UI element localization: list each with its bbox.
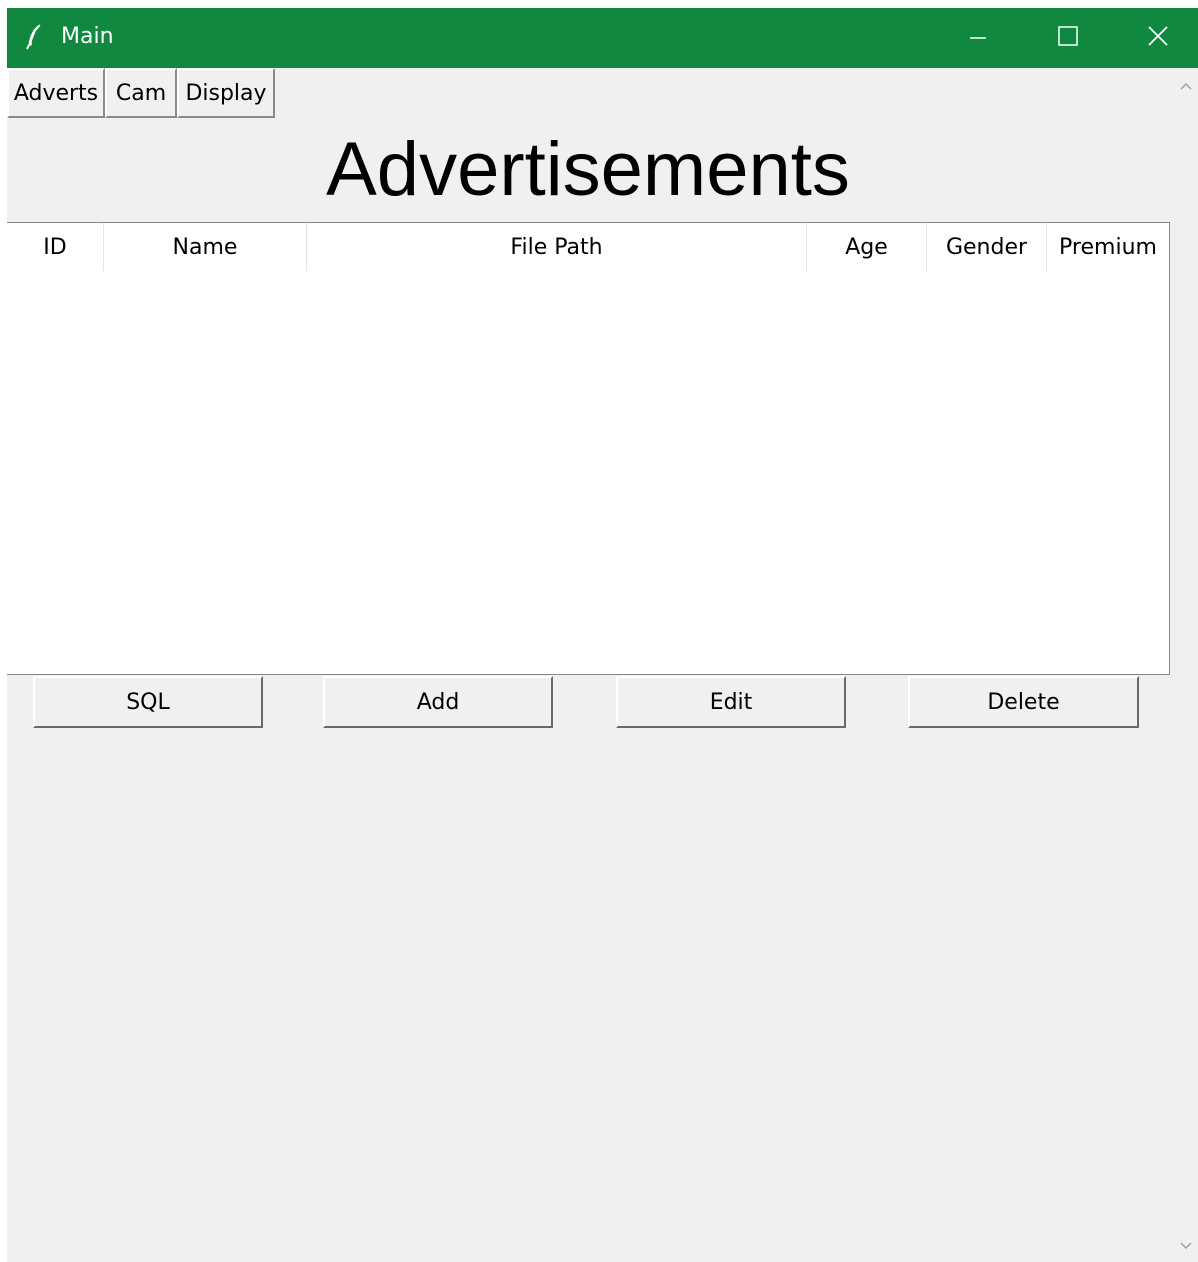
- scroll-up-button[interactable]: [1173, 68, 1198, 102]
- window-title: Main: [61, 24, 114, 49]
- display-button[interactable]: Display: [177, 68, 275, 118]
- scroll-down-button[interactable]: [1173, 1228, 1198, 1262]
- adverts-table[interactable]: ID Name File Path Age Gender Premium: [7, 222, 1170, 675]
- adverts-button[interactable]: Adverts: [7, 68, 105, 118]
- delete-button[interactable]: Delete: [908, 676, 1139, 728]
- cam-button[interactable]: Cam: [105, 68, 177, 118]
- column-header-name[interactable]: Name: [104, 223, 307, 271]
- page-title: Advertisements: [326, 127, 850, 212]
- chevron-down-icon: [1179, 1236, 1193, 1255]
- column-header-id[interactable]: ID: [7, 223, 104, 271]
- chevron-up-icon: [1179, 76, 1193, 95]
- vertical-scrollbar[interactable]: [1173, 68, 1198, 1262]
- column-header-file-path[interactable]: File Path: [307, 223, 807, 271]
- table-header: ID Name File Path Age Gender Premium: [7, 223, 1169, 271]
- column-header-age[interactable]: Age: [807, 223, 927, 271]
- feather-icon: [25, 24, 45, 50]
- close-icon: [1147, 25, 1169, 51]
- sql-button[interactable]: SQL: [33, 676, 263, 728]
- title-bar[interactable]: Main: [7, 8, 1198, 68]
- main-window: Main Adverts Cam Display Advertisements …: [7, 8, 1198, 1262]
- edit-button[interactable]: Edit: [616, 676, 846, 728]
- minimize-button[interactable]: [933, 8, 1023, 68]
- maximize-icon: [1057, 25, 1079, 51]
- column-header-gender[interactable]: Gender: [927, 223, 1047, 271]
- add-button[interactable]: Add: [323, 676, 553, 728]
- minimize-icon: [968, 26, 988, 50]
- maximize-button[interactable]: [1023, 8, 1113, 68]
- close-button[interactable]: [1113, 8, 1198, 68]
- column-header-premium[interactable]: Premium: [1047, 223, 1169, 271]
